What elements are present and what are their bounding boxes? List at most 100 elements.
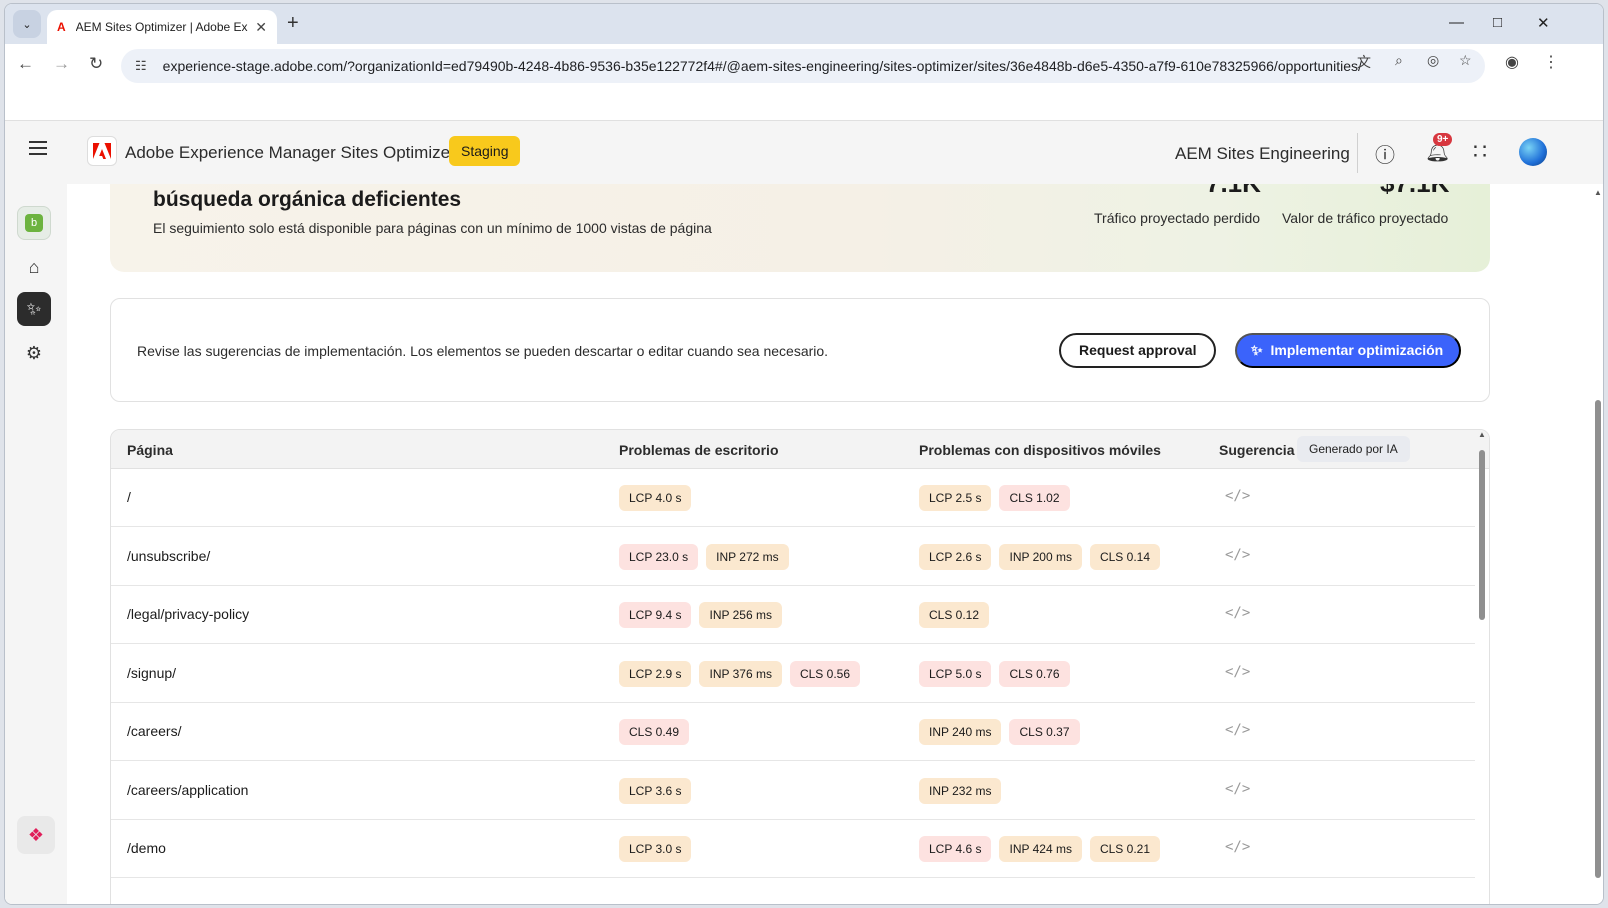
page-path[interactable]: /legal/privacy-policy <box>127 606 249 622</box>
opportunities-table: Página Problemas de escritorio Problemas… <box>110 429 1490 904</box>
site-selector-button[interactable]: b <box>17 206 51 240</box>
tab-title: AEM Sites Optimizer | Adobe Ex <box>75 20 248 34</box>
projected-traffic-lost-label: Tráfico proyectado perdido <box>1094 210 1261 226</box>
address-bar[interactable]: ☷ experience-stage.adobe.com/?organizati… <box>121 49 1485 83</box>
desktop-issue-tag: INP 272 ms <box>706 543 789 570</box>
projected-traffic-value-label: Valor de tráfico proyectado <box>1282 210 1449 226</box>
desktop-issues: LCP 4.0 s <box>619 485 692 511</box>
table-scrollbar[interactable]: ▲ <box>1476 430 1488 904</box>
column-header-page[interactable]: Página <box>127 442 173 458</box>
table-scrollbar-thumb[interactable] <box>1479 450 1485 620</box>
action-description: Revise las sugerencias de implementación… <box>137 343 829 359</box>
home-icon[interactable]: ⌂ <box>17 250 51 284</box>
new-tab-icon[interactable]: + <box>287 12 299 35</box>
desktop-issue-tag: LCP 23.0 s <box>619 543 699 570</box>
mobile-issue-tag: CLS 1.02 <box>999 485 1070 511</box>
header-divider <box>1357 133 1358 173</box>
back-icon[interactable]: ← <box>17 54 34 74</box>
close-window-icon[interactable]: ✕ <box>1537 14 1550 32</box>
desktop-issues: CLS 0.49 <box>619 719 690 745</box>
hamburger-menu-icon[interactable] <box>29 141 47 155</box>
code-suggestion-icon[interactable]: </> <box>1225 605 1250 621</box>
page-scrollbar[interactable]: ▲ <box>1593 188 1603 904</box>
minimize-icon[interactable]: — <box>1449 14 1464 31</box>
mobile-issues: LCP 5.0 s CLS 0.76 <box>919 660 1070 687</box>
app-title: Adobe Experience Manager Sites Optimizer <box>125 143 456 162</box>
desktop-issue-tag: LCP 4.0 s <box>619 485 692 511</box>
request-approval-button[interactable]: Request approval <box>1059 333 1217 368</box>
column-header-mobile[interactable]: Problemas con dispositivos móviles <box>919 442 1161 458</box>
page-scrollbar-thumb[interactable] <box>1595 400 1601 878</box>
code-suggestion-icon[interactable]: </> <box>1225 722 1250 738</box>
table-row[interactable]: /careers/CLS 0.49 INP 240 ms CLS 0.37 </> <box>111 703 1475 761</box>
slack-icon[interactable]: ❖ <box>17 816 55 854</box>
translate-icon[interactable]: 文 <box>1357 52 1371 72</box>
main-content: búsqueda orgánica deficientes El seguimi… <box>67 184 1603 904</box>
desktop-issues: LCP 23.0 s INP 272 ms <box>619 543 789 570</box>
site-info-icon[interactable]: ☷ <box>135 58 147 74</box>
mobile-issues: CLS 0.12 <box>919 602 990 628</box>
table-row[interactable]: /demo LCP 3.0 s LCP 4.6 s INP 424 ms CLS 0.2… <box>111 820 1475 878</box>
table-row[interactable]: /careers/application LCP 3.6 s INP 232 ms <… <box>111 762 1475 820</box>
table-row[interactable]: /unsubscribe/LCP 23.0 s INP 272 ms LCP 2.6… <box>111 528 1475 586</box>
opportunity-title: búsqueda orgánica deficientes <box>153 188 462 211</box>
tracking-eye-icon[interactable]: ◎ <box>1427 52 1439 69</box>
page-scroll-up-icon[interactable]: ▲ <box>1594 188 1602 197</box>
page-path[interactable]: /careers/ <box>127 723 181 739</box>
adobe-favicon-icon: A <box>57 20 66 34</box>
mobile-issues: LCP 2.6 s INP 200 ms CLS 0.14 <box>919 543 1161 570</box>
browser-window: ⌄ A AEM Sites Optimizer | Adobe Ex ✕ + —… <box>4 3 1604 905</box>
page-path[interactable]: / <box>127 489 131 505</box>
maximize-icon[interactable]: □ <box>1493 14 1502 31</box>
org-switcher[interactable]: AEM Sites Engineering <box>1175 144 1350 164</box>
table-row[interactable]: / LCP 4.0 s LCP 2.5 s CLS 1.02 </> <box>111 469 1475 527</box>
help-icon[interactable]: ⓘ <box>1375 139 1395 168</box>
desktop-issues: LCP 3.6 s <box>619 777 692 804</box>
page-path[interactable]: /unsubscribe/ <box>127 548 210 564</box>
close-tab-icon[interactable]: ✕ <box>255 19 267 36</box>
browser-tab[interactable]: A AEM Sites Optimizer | Adobe Ex ✕ <box>47 10 277 44</box>
column-header-suggestion[interactable]: Sugerencia <box>1219 442 1294 458</box>
table-row[interactable]: /legal/privacy-policy LCP 9.4 s INP 256 ms… <box>111 586 1475 644</box>
notification-badge: 9+ <box>1433 133 1453 146</box>
mobile-issue-tag: INP 240 ms <box>919 719 1002 745</box>
avatar[interactable] <box>1519 138 1547 166</box>
settings-gear-icon[interactable]: ⚙ <box>17 336 51 370</box>
code-suggestion-icon[interactable]: </> <box>1225 664 1250 680</box>
adobe-logo[interactable] <box>87 136 117 166</box>
projected-traffic-value-value: $7.1K <box>1380 184 1449 199</box>
scroll-up-icon[interactable]: ▲ <box>1478 430 1486 439</box>
mobile-issue-tag: CLS 0.12 <box>919 602 990 628</box>
zoom-icon[interactable]: ⌕ <box>1395 52 1403 69</box>
mobile-issue-tag: INP 232 ms <box>919 777 1002 804</box>
app-switcher-icon[interactable]: ∷ <box>1473 139 1487 165</box>
mobile-issue-tag: LCP 5.0 s <box>919 660 992 687</box>
mobile-issue-tag: CLS 0.14 <box>1089 543 1161 570</box>
page-path[interactable]: /signup/ <box>127 665 176 681</box>
table-row[interactable]: /signup/LCP 2.9 s INP 376 ms CLS 0.56 LCP 5… <box>111 645 1475 703</box>
site-logo-icon: b <box>25 214 43 232</box>
menu-kebab-icon[interactable]: ⋮ <box>1543 52 1559 72</box>
reload-icon[interactable]: ↻ <box>89 54 103 74</box>
page-path[interactable]: /careers/application <box>127 782 248 798</box>
forward-icon[interactable]: → <box>53 54 70 74</box>
code-suggestion-icon[interactable]: </> <box>1225 547 1250 563</box>
desktop-issue-tag: LCP 2.9 s <box>619 660 692 687</box>
mobile-issue-tag: LCP 4.6 s <box>919 836 992 862</box>
bookmark-star-icon[interactable]: ☆ <box>1459 52 1472 69</box>
desktop-issue-tag: CLS 0.56 <box>789 660 861 687</box>
implement-optimization-button[interactable]: ✨︎ Implementar optimización <box>1235 333 1462 368</box>
profile-icon[interactable]: ◉ <box>1505 52 1519 72</box>
column-header-desktop[interactable]: Problemas de escritorio <box>619 442 779 458</box>
desktop-issue-tag: LCP 9.4 s <box>619 602 692 628</box>
code-suggestion-icon[interactable]: </> <box>1225 839 1250 855</box>
code-suggestion-icon[interactable]: </> <box>1225 488 1250 504</box>
opportunities-icon[interactable]: ✨︎ <box>17 292 51 326</box>
projected-traffic-lost-value: 7.1K <box>1206 184 1261 199</box>
implementation-action-card: Revise las sugerencias de implementación… <box>110 298 1490 402</box>
tab-search-button[interactable]: ⌄ <box>13 10 41 38</box>
page-path[interactable]: /demo <box>127 840 166 856</box>
code-suggestion-icon[interactable]: </> <box>1225 781 1250 797</box>
chevron-down-icon: ⌄ <box>22 18 32 31</box>
opportunity-hero-card: búsqueda orgánica deficientes El seguimi… <box>110 184 1490 272</box>
